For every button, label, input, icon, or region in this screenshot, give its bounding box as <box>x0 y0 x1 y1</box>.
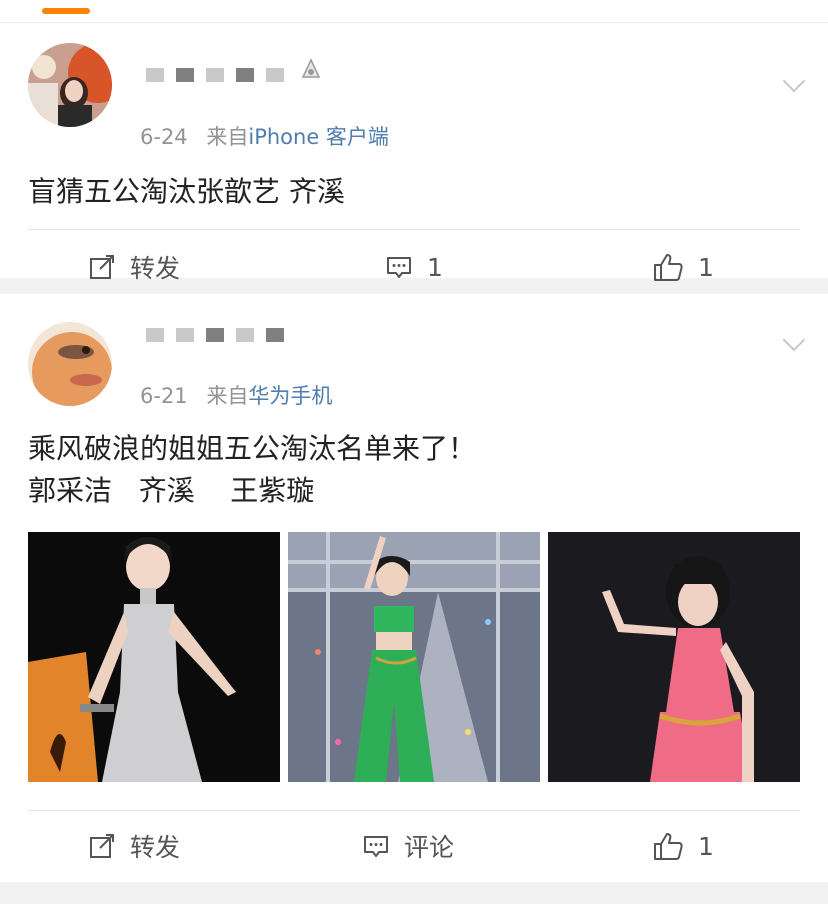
blurred-name-part <box>176 328 194 342</box>
active-tab-indicator <box>42 8 90 14</box>
blurred-name-part <box>176 68 194 82</box>
post-card[interactable]: 6-21 来自华为手机 乘风破浪的姐姐五公淘汰名单来了！ 郭采洁 齐溪 王紫璇 <box>0 294 828 882</box>
post-photo[interactable] <box>28 532 280 782</box>
comment-button[interactable]: 1 <box>385 237 443 297</box>
post-text-line: 郭采洁 齐溪 王紫璇 <box>28 474 315 507</box>
repost-icon <box>90 834 114 858</box>
divider <box>28 229 800 230</box>
post-photo[interactable] <box>288 532 540 782</box>
blurred-name-part <box>206 328 224 342</box>
divider <box>28 810 800 811</box>
like-icon <box>654 833 683 860</box>
comment-icon <box>387 257 411 278</box>
repost-label: 转发 <box>130 254 181 283</box>
blurred-name-part <box>236 68 254 82</box>
post-text-line: 乘风破浪的姐姐五公淘汰名单来了！ <box>28 432 477 465</box>
post-date: 6-24 <box>140 125 188 149</box>
post-source[interactable]: iPhone 客户端 <box>248 125 389 149</box>
like-count: 1 <box>698 831 714 861</box>
blurred-name-part <box>146 328 164 342</box>
photo-grid <box>28 532 800 782</box>
post-card[interactable]: 6-24 来自iPhone 客户端 盲猜五公淘汰张歆艺 齐溪 转发 1 1 <box>0 23 828 283</box>
like-count: 1 <box>698 252 714 282</box>
chevron-down-icon[interactable] <box>782 328 806 352</box>
repost-button[interactable]: 转发 <box>88 816 180 876</box>
post-text-line: 盲猜五公淘汰张歆艺 齐溪 <box>28 175 345 208</box>
avatar[interactable] <box>28 43 112 127</box>
avatar[interactable] <box>28 322 112 406</box>
blurred-name-part <box>206 68 224 82</box>
action-bar: 转发 评论 1 <box>0 816 828 876</box>
source-prefix: 来自 <box>206 125 249 149</box>
post-text[interactable]: 盲猜五公淘汰张歆艺 齐溪 <box>28 171 345 213</box>
blurred-name-part <box>146 68 164 82</box>
repost-icon <box>90 255 114 279</box>
post-text[interactable]: 乘风破浪的姐姐五公淘汰名单来了！ 郭采洁 齐溪 王紫璇 <box>28 428 476 512</box>
comment-button[interactable]: 评论 <box>362 816 454 876</box>
comment-label: 评论 <box>404 833 455 862</box>
blurred-name-part <box>236 328 254 342</box>
top-tab-bar <box>0 0 828 23</box>
chevron-down-icon[interactable] <box>782 69 806 93</box>
post-date: 6-21 <box>140 384 188 408</box>
like-button[interactable]: 1 <box>652 816 714 876</box>
username[interactable] <box>140 57 323 87</box>
badge-icon <box>299 58 323 87</box>
repost-button[interactable]: 转发 <box>88 237 180 297</box>
blurred-name-part <box>266 328 284 342</box>
username[interactable] <box>140 322 290 347</box>
source-prefix: 来自 <box>206 384 249 408</box>
post-meta: 6-24 来自iPhone 客户端 <box>140 121 389 151</box>
post-photo[interactable] <box>548 532 800 782</box>
like-button[interactable]: 1 <box>652 237 714 297</box>
blurred-name-part <box>266 68 284 82</box>
post-source[interactable]: 华为手机 <box>248 384 332 408</box>
post-meta: 6-21 来自华为手机 <box>140 380 332 410</box>
action-bar: 转发 1 1 <box>0 237 828 297</box>
repost-label: 转发 <box>130 833 181 862</box>
comment-icon <box>364 836 388 857</box>
comment-count: 1 <box>427 252 443 282</box>
like-icon <box>654 254 683 281</box>
